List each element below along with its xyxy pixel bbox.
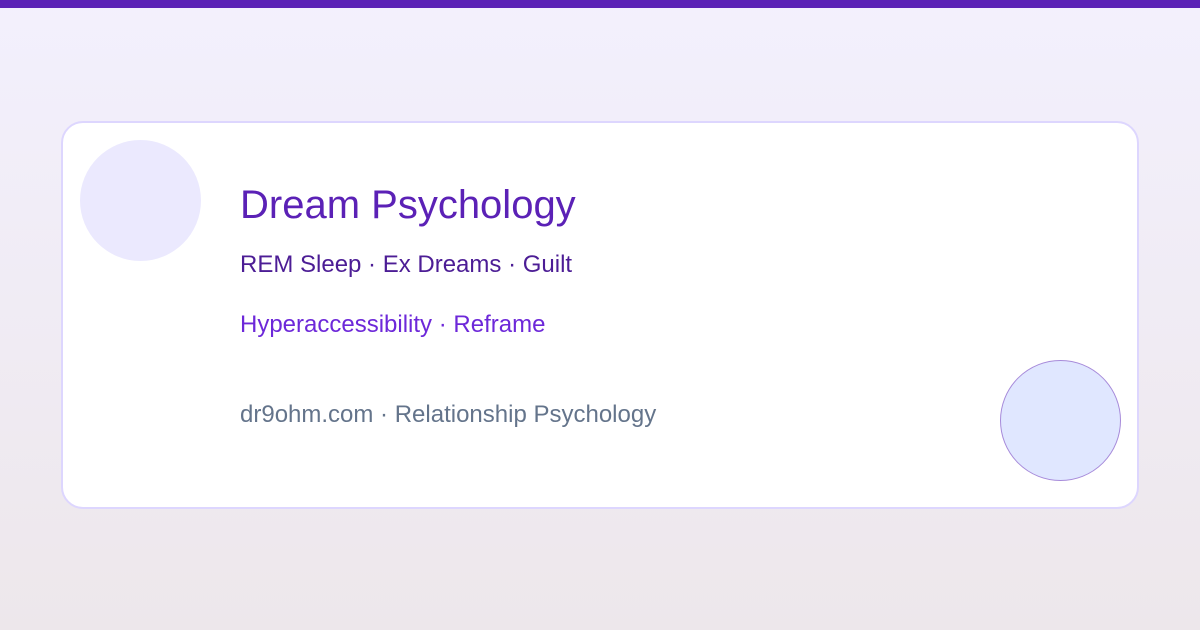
content-card	[61, 121, 1139, 509]
secondary-tags: Hyperaccessibility · Reframe	[240, 311, 546, 338]
top-accent-bar	[0, 0, 1200, 8]
primary-tags: REM Sleep · Ex Dreams · Guilt	[240, 251, 573, 278]
page-title: Dream Psychology	[240, 183, 576, 227]
decorative-circle-top-left	[80, 140, 201, 261]
site-footer: dr9ohm.com · Relationship Psychology	[240, 401, 657, 428]
decorative-circle-bottom-right	[1000, 360, 1121, 481]
